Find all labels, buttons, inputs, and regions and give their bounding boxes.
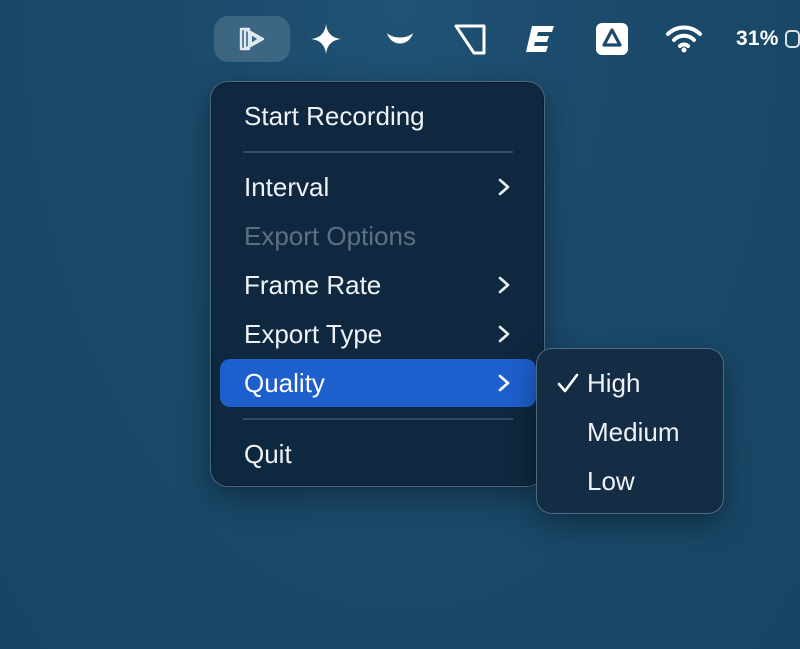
menu-item-label: Start Recording bbox=[244, 100, 425, 131]
submenu-item-medium[interactable]: Medium bbox=[545, 409, 715, 455]
smile-status-item[interactable] bbox=[378, 16, 422, 62]
menu-item-quality[interactable]: Quality bbox=[220, 359, 536, 407]
chevron-right-icon bbox=[498, 276, 510, 294]
submenu-item-low[interactable]: Low bbox=[545, 458, 715, 504]
submenu-item-label: Low bbox=[587, 465, 635, 496]
drive-status-item[interactable] bbox=[590, 16, 634, 62]
smile-icon bbox=[387, 33, 413, 44]
submenu-item-label: Medium bbox=[587, 416, 680, 447]
shape-status-item[interactable] bbox=[448, 16, 492, 62]
menu-bar: 31% bbox=[0, 0, 800, 80]
submenu-item-high[interactable]: High bbox=[545, 360, 715, 406]
menu-separator bbox=[243, 151, 513, 153]
menu-item-quit[interactable]: Quit bbox=[220, 430, 536, 478]
app-status-item[interactable] bbox=[214, 16, 290, 62]
wifi-status-item[interactable] bbox=[660, 16, 708, 62]
checkmark-icon bbox=[557, 373, 579, 393]
sparkle-status-item[interactable] bbox=[304, 16, 348, 62]
menu-item-label: Quality bbox=[244, 367, 325, 398]
menu-item-label: Interval bbox=[244, 171, 330, 202]
submenu-item-label: High bbox=[587, 367, 641, 398]
menu-item-label: Export Options bbox=[244, 220, 416, 251]
menu-item-export-options: Export Options bbox=[220, 212, 536, 260]
e-status-item[interactable] bbox=[518, 16, 562, 62]
drive-icon bbox=[596, 23, 628, 55]
e-icon bbox=[526, 26, 554, 52]
app-dropdown-menu: Start Recording Interval Export Options … bbox=[210, 81, 545, 487]
chevron-right-icon bbox=[498, 325, 510, 343]
menu-separator bbox=[243, 418, 513, 420]
menu-item-start-recording[interactable]: Start Recording bbox=[220, 92, 536, 140]
battery-percentage: 31% bbox=[736, 27, 779, 50]
menu-item-label: Export Type bbox=[244, 318, 383, 349]
shape-icon bbox=[454, 24, 486, 55]
menu-item-frame-rate[interactable]: Frame Rate bbox=[220, 261, 536, 309]
menu-item-interval[interactable]: Interval bbox=[220, 163, 536, 211]
menu-item-export-type[interactable]: Export Type bbox=[220, 310, 536, 358]
chevron-right-icon bbox=[498, 178, 510, 196]
chevron-right-icon bbox=[498, 374, 510, 392]
menu-item-label: Frame Rate bbox=[244, 269, 382, 300]
battery-icon bbox=[784, 30, 800, 48]
sparkle-icon bbox=[311, 24, 341, 54]
battery-status-item[interactable]: 31% bbox=[736, 16, 800, 62]
menu-item-label: Quit bbox=[244, 438, 292, 469]
app-play-icon bbox=[239, 27, 265, 51]
wifi-icon bbox=[666, 25, 702, 53]
quality-submenu: High Medium Low bbox=[536, 348, 724, 514]
